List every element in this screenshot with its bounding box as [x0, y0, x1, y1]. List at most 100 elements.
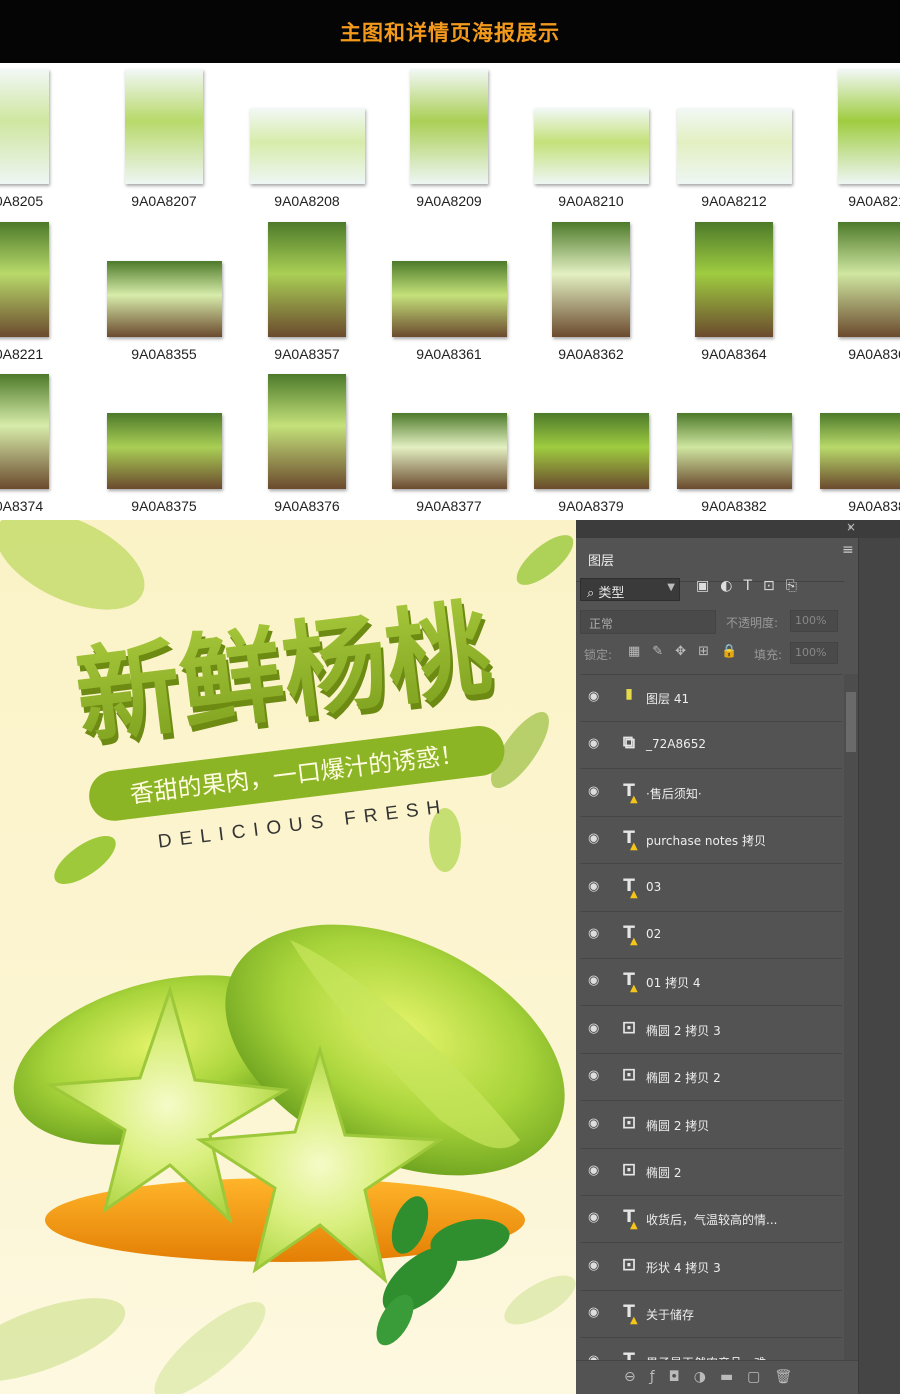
thumbnail[interactable]: 9A0A8376 — [236, 368, 378, 520]
warning-icon: ▲ — [630, 983, 638, 995]
visibility-eye-icon[interactable]: ◉ — [588, 1305, 606, 1321]
thumbnail-label: 9A0A8357 — [274, 346, 340, 362]
layers-bottom-toolbar[interactable]: ⊖ƒ◘◑▬▢🗑 — [576, 1360, 858, 1394]
lock-label: 锁定: — [584, 648, 613, 662]
visibility-eye-icon[interactable]: ◉ — [588, 973, 606, 989]
shape-layer-icon: ⊡ — [621, 1065, 637, 1086]
thumbnail[interactable]: 9A0A838 — [806, 368, 900, 520]
warning-icon: ▲ — [630, 936, 638, 947]
visibility-eye-icon[interactable]: ◉ — [588, 926, 606, 942]
tab-layers[interactable]: 图层 — [576, 538, 844, 582]
visibility-eye-icon[interactable]: ◉ — [588, 831, 606, 847]
thumbnail-image — [676, 108, 792, 184]
smart-object-layer-icon: ⧉ — [622, 733, 636, 754]
thumbnail[interactable]: 9A0A8377 — [378, 368, 520, 520]
layers-scrollbar[interactable] — [844, 674, 858, 1360]
thumbnail[interactable]: 0A8205 — [0, 63, 90, 215]
thumbnail-label: 9A0A8382 — [701, 498, 767, 514]
thumbnail-image — [268, 222, 346, 337]
layer-name: ·售后须知· — [646, 786, 702, 801]
visibility-eye-icon[interactable]: ◉ — [588, 1210, 606, 1226]
thumbnail-label: 9A0A8375 — [131, 498, 197, 514]
thumbnail-label: 0A8374 — [0, 498, 44, 514]
layer-row[interactable]: ◉ ⧉ _72A8652 — [580, 722, 842, 770]
thumbnail-label: 0A8221 — [0, 346, 44, 362]
layer-row[interactable]: ◉ T ▲ 关于储存 — [580, 1291, 842, 1339]
blend-mode-label: 正常 — [589, 617, 614, 631]
thumbnail-label: 9A0A838 — [848, 498, 900, 514]
thumbnail[interactable]: 9A0A8375 — [93, 368, 235, 520]
visibility-eye-icon[interactable]: ◉ — [588, 1068, 606, 1084]
lock-icons[interactable]: ▦✎✥⊞🔒 — [628, 644, 749, 659]
filter-kind-select[interactable]: ⌕ 类型 ▼ — [580, 578, 680, 601]
thumbnail[interactable]: 9A0A8364 — [663, 216, 805, 368]
layer-row[interactable]: ◉ ⊡ 椭圆 2 拷贝 — [580, 1102, 842, 1149]
layers-panel: « × 图层 ≡ ⌕ 类型 ▼ ▣◐T⊡⎘ 正常 不透明度: 100% 锁定: … — [576, 520, 900, 1394]
layer-name: _72A8652 — [646, 737, 707, 752]
layer-row[interactable]: ◉ ⊡ 形状 4 拷贝 3 — [580, 1244, 842, 1291]
thumbnail-label: 9A0A8212 — [701, 193, 767, 209]
fill-field[interactable]: 100% — [790, 642, 838, 664]
filter-icons[interactable]: ▣◐T⊡⎘ — [696, 578, 836, 602]
visibility-eye-icon[interactable]: ◉ — [588, 1021, 606, 1037]
thumbnail-image — [0, 374, 49, 489]
layers-list: ◉ ▮ 图层 41 ◉ ⧉ _72A8652 ◉ T ▲ ·售后须知· ◉ T ▲ purchase no… — [580, 674, 842, 1360]
thumbnail[interactable]: 0A8221 — [0, 216, 90, 368]
visibility-eye-icon[interactable]: ◉ — [588, 879, 606, 895]
visibility-eye-icon[interactable]: ◉ — [588, 1163, 606, 1179]
layer-row[interactable]: ◉ ⊡ 椭圆 2 拷贝 2 — [580, 1054, 842, 1102]
thumbnail[interactable]: 9A0A8362 — [520, 216, 662, 368]
thumbnail-label: 9A0A8209 — [416, 193, 482, 209]
layer-row[interactable]: ◉ T ▲ 03 — [580, 865, 842, 912]
thumbnail[interactable]: 9A0A8382 — [663, 368, 805, 520]
layer-name: 收货后，气温较高的情... — [646, 1213, 778, 1228]
layer-row[interactable]: ◉ T ▲ 收货后，气温较高的情... — [580, 1196, 842, 1244]
layer-row[interactable]: ◉ ⊡ 椭圆 2 — [580, 1149, 842, 1196]
opacity-field[interactable]: 100% — [790, 610, 838, 632]
visibility-eye-icon[interactable]: ◉ — [588, 1116, 606, 1132]
thumbnail-grid: 0A8205 9A0A8207 9A0A8208 9A0A8209 9A0A8210 9A… — [0, 63, 900, 520]
layer-row[interactable]: ◉ ⊡ 椭圆 2 拷贝 3 — [580, 1007, 842, 1054]
poster-artwork: 新鲜杨桃 新鲜杨桃 香甜的果肉，一口爆汁的诱惑！ DELICIOUS FRESH — [0, 520, 576, 1394]
visibility-eye-icon[interactable]: ◉ — [588, 689, 606, 705]
layer-row[interactable]: ◉T▲果子是天然农产品，难... — [580, 1339, 842, 1360]
layer-row[interactable]: ◉ T ▲ 02 — [580, 912, 842, 959]
layer-name: 图层 41 — [646, 692, 690, 706]
thumbnail-label: 9A0A8361 — [416, 346, 482, 362]
search-icon: ⌕ — [587, 586, 599, 601]
shape-layer-icon: ⊡ — [621, 1160, 637, 1180]
visibility-eye-icon[interactable]: ◉ — [588, 1258, 606, 1274]
layer-name: 01 拷贝 4 — [646, 976, 701, 991]
layer-row[interactable]: ◉ T ▲ 01 拷贝 4 — [580, 959, 842, 1007]
visibility-eye-icon[interactable]: ◉ — [588, 1353, 606, 1360]
thumbnail[interactable]: 9A0A8379 — [520, 368, 662, 520]
thumbnail[interactable]: 9A0A8210 — [520, 63, 662, 215]
thumbnail[interactable]: 9A0A836 — [806, 216, 900, 368]
thumbnail[interactable]: 9A0A8212 — [663, 63, 805, 215]
filter-kind-label: 类型 — [598, 586, 625, 601]
warning-icon: ▲ — [630, 888, 638, 900]
thumbnail[interactable]: 9A0A8207 — [93, 63, 235, 215]
thumbnail-image — [125, 69, 203, 184]
layer-row[interactable]: ◉ T ▲ purchase notes 拷贝 — [580, 817, 842, 865]
thumbnail[interactable]: 9A0A8209 — [378, 63, 520, 215]
scrollbar-thumb[interactable] — [846, 692, 856, 752]
thumbnail[interactable]: 9A0A821 — [806, 63, 900, 215]
thumbnail[interactable]: 9A0A8355 — [93, 216, 235, 368]
visibility-eye-icon[interactable]: ◉ — [588, 736, 606, 752]
poster-canvas: 新鲜杨桃 新鲜杨桃 香甜的果肉，一口爆汁的诱惑！ DELICIOUS FRESH — [0, 520, 576, 1394]
thumbnail[interactable]: 9A0A8208 — [236, 63, 378, 215]
close-icon[interactable]: × — [846, 520, 856, 534]
panel-menu-icon[interactable]: ≡ — [842, 542, 854, 558]
thumbnail[interactable]: 0A8374 — [0, 368, 90, 520]
visibility-eye-icon[interactable]: ◉ — [588, 784, 606, 800]
thumbnail[interactable]: 9A0A8361 — [378, 216, 520, 368]
thumbnail[interactable]: 9A0A8357 — [236, 216, 378, 368]
layer-row[interactable]: ◉ ▮ 图层 41 — [580, 675, 842, 722]
warning-icon: ▲ — [630, 1220, 638, 1232]
blend-mode-select[interactable]: 正常 — [580, 610, 716, 634]
layer-row[interactable]: ◉ T ▲ ·售后须知· — [580, 770, 842, 817]
thumbnail-label: 9A0A8207 — [131, 193, 197, 209]
thumbnail-label: 9A0A8364 — [701, 346, 767, 362]
opacity-label: 不透明度: — [726, 616, 779, 630]
